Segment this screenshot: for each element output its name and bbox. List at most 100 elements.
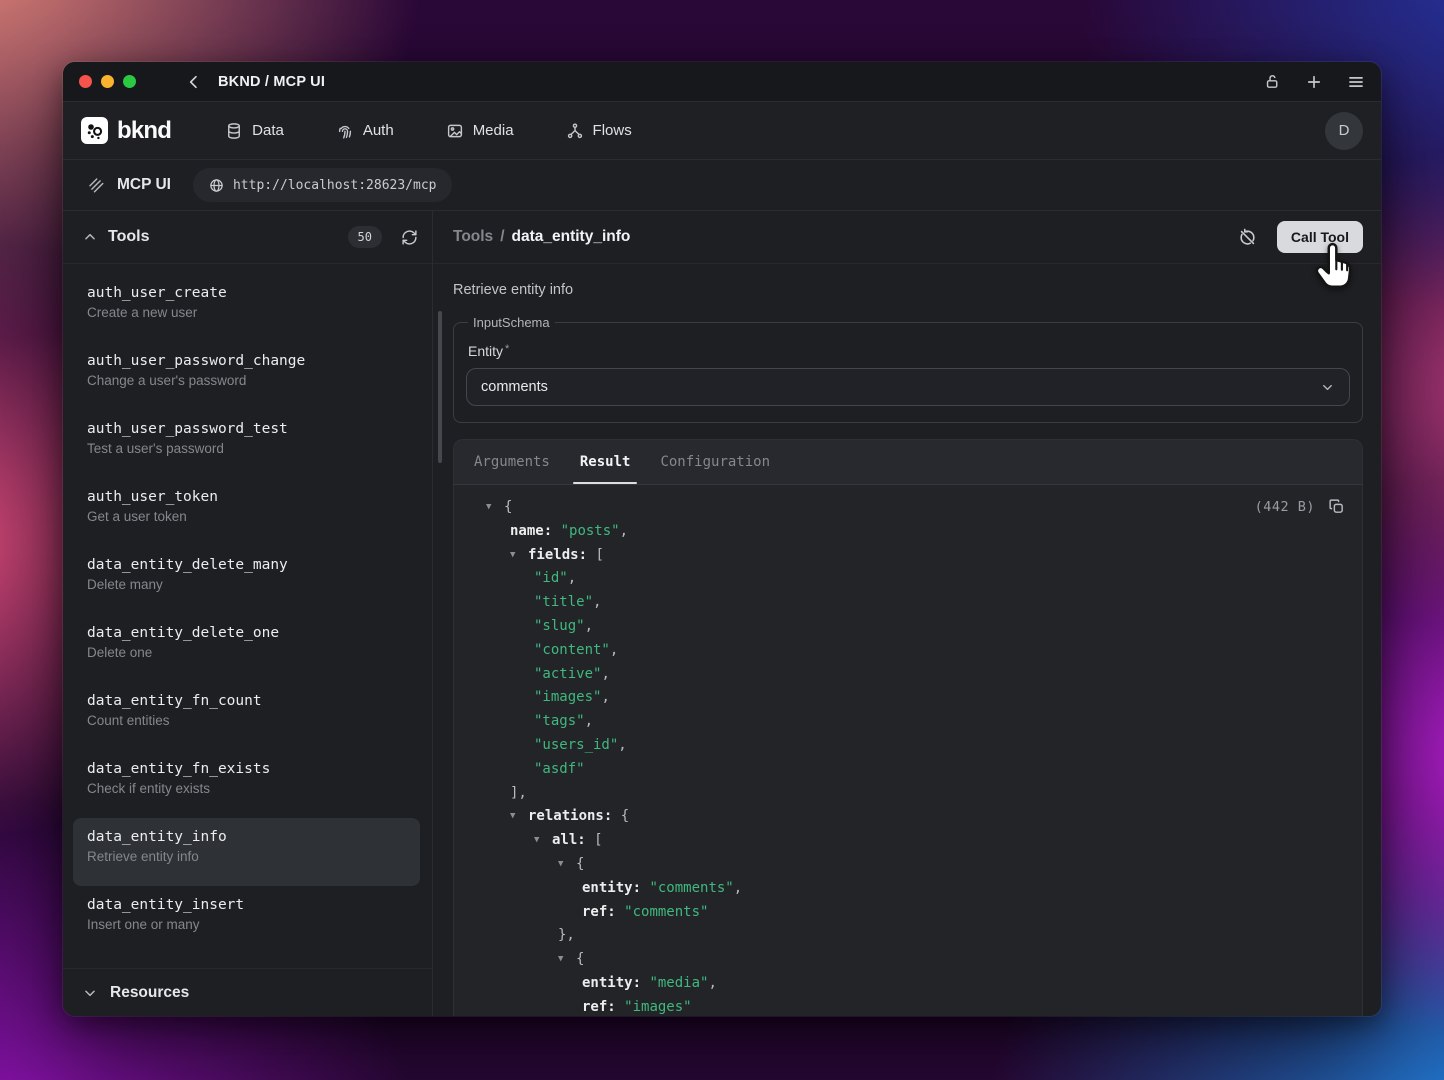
json-punctuation: { — [504, 499, 512, 515]
tool-name: auth_user_password_change — [87, 353, 406, 369]
json-string-value: "posts" — [561, 523, 620, 539]
new-tab-icon[interactable] — [1305, 73, 1323, 91]
tool-description: Check if entity exists — [87, 781, 406, 796]
mcp-endpoint-pill[interactable]: http://localhost:28623/mcp — [193, 168, 453, 202]
json-line: ▼{ — [470, 948, 1346, 972]
sidebar-tool-data_entity_fn_exists[interactable]: data_entity_fn_existsCheck if entity exi… — [73, 750, 420, 818]
nav-item-data[interactable]: Data — [225, 122, 284, 140]
json-line: ▼ fields: [ — [470, 544, 1346, 568]
chevron-down-icon — [1320, 380, 1335, 395]
json-string-value: "asdf" — [534, 761, 585, 777]
json-line: ▼all: [ — [470, 829, 1346, 853]
tools-count-badge: 50 — [348, 226, 382, 248]
breadcrumb-separator: / — [500, 228, 504, 246]
tab-result[interactable]: Result — [578, 440, 633, 484]
json-line: "images", — [470, 686, 1346, 710]
sidebar-tool-auth_user_password_test[interactable]: auth_user_password_testTest a user's pas… — [73, 410, 420, 478]
required-mark: * — [505, 343, 509, 355]
tool-description: Retrieve entity info — [87, 849, 406, 864]
chevron-up-icon[interactable] — [83, 230, 97, 244]
json-string-value: "title" — [534, 594, 593, 610]
refresh-icon[interactable] — [401, 229, 418, 246]
minimize-window-button[interactable] — [101, 75, 114, 88]
json-line: ▼{ — [470, 496, 1346, 520]
json-punctuation: [ — [595, 547, 603, 563]
image-icon — [446, 122, 464, 140]
sidebar-tool-data_entity_info[interactable]: data_entity_infoRetrieve entity info — [73, 818, 420, 886]
json-result-viewer: (442 B) ▼{name: "posts",▼fields: ["id","… — [454, 485, 1362, 1016]
tool-name: auth_user_password_test — [87, 421, 406, 437]
nav-item-label: Flows — [593, 122, 632, 139]
lock-icon[interactable] — [1264, 73, 1281, 90]
input-schema-legend: InputSchema — [468, 315, 555, 330]
json-punctuation: , — [734, 880, 742, 896]
bknd-logo[interactable]: bknd — [81, 117, 171, 145]
json-punctuation: ], — [510, 785, 527, 801]
breadcrumb-section[interactable]: Tools — [453, 228, 493, 246]
json-line: ref: "images" — [470, 996, 1346, 1016]
tab-arguments[interactable]: Arguments — [472, 440, 552, 484]
auto-refresh-off-icon[interactable] — [1238, 228, 1257, 247]
tab-configuration[interactable]: Configuration — [658, 440, 772, 484]
sidebar-tool-data_entity_insert[interactable]: data_entity_insertInsert one or many — [73, 886, 420, 954]
tools-sidebar: Tools 50 auth_user_createCreate a new us… — [63, 211, 433, 1016]
json-punctuation: , — [568, 570, 576, 586]
result-tabs: Arguments Result Configuration — [454, 440, 1362, 485]
nav-item-label: Media — [473, 122, 514, 139]
json-punctuation: }, — [558, 927, 575, 943]
nav-item-media[interactable]: Media — [446, 122, 514, 140]
endpoint-url: http://localhost:28623/mcp — [233, 178, 437, 193]
chevron-down-icon[interactable] — [83, 986, 97, 1000]
copy-icon[interactable] — [1328, 498, 1345, 515]
sidebar-tool-auth_user_password_change[interactable]: auth_user_password_change Change a user's… — [73, 342, 420, 410]
entity-select[interactable]: comments — [466, 368, 1350, 406]
json-line: "users_id", — [470, 734, 1346, 758]
database-icon — [225, 122, 243, 140]
expand-arrow-icon[interactable]: ▼ — [486, 496, 497, 520]
json-punctuation: , — [610, 642, 618, 658]
json-string-value: "active" — [534, 666, 601, 682]
expand-arrow-icon[interactable]: ▼ — [558, 948, 569, 972]
json-punctuation: , — [601, 689, 609, 705]
expand-arrow-icon[interactable]: ▼ — [558, 853, 569, 877]
user-avatar[interactable]: D — [1325, 112, 1363, 150]
close-window-button[interactable] — [79, 75, 92, 88]
menu-icon[interactable] — [1347, 73, 1365, 91]
sidebar-tool-auth_user_token[interactable]: auth_user_tokenGet a user token — [73, 478, 420, 546]
json-punctuation: , — [593, 594, 601, 610]
tools-section-header[interactable]: Tools 50 — [63, 211, 432, 264]
nav-item-flows[interactable]: Flows — [566, 122, 632, 140]
sidebar-tool-data_entity_delete_one[interactable]: data_entity_delete_oneDelete one — [73, 614, 420, 682]
tool-list: auth_user_createCreate a new userauth_us… — [63, 264, 432, 968]
sidebar-tool-auth_user_create[interactable]: auth_user_createCreate a new user — [73, 274, 420, 342]
window-title: BKND / MCP UI — [218, 74, 325, 90]
tool-description: Change a user's password — [87, 373, 406, 388]
expand-arrow-icon[interactable]: ▼ — [510, 544, 521, 568]
breadcrumb-current: data_entity_info — [512, 228, 631, 246]
json-punctuation: { — [621, 808, 629, 824]
json-key: all: — [552, 832, 586, 848]
resources-section-header[interactable]: Resources — [63, 968, 432, 1016]
nav-item-auth[interactable]: Auth — [336, 122, 394, 140]
json-string-value: "comments" — [649, 880, 733, 896]
result-card: Arguments Result Configuration (442 B) ▼… — [453, 439, 1363, 1016]
tool-name: data_entity_delete_many — [87, 557, 406, 573]
entity-field-label: Entity* — [468, 343, 1350, 359]
json-line: "content", — [470, 639, 1346, 663]
back-icon[interactable] — [186, 74, 202, 90]
tool-name: data_entity_insert — [87, 897, 406, 913]
json-punctuation: , — [618, 737, 626, 753]
pointer-hand-cursor — [1312, 242, 1358, 292]
json-line: entity: "media", — [470, 972, 1346, 996]
json-key: fields: — [528, 547, 587, 563]
sidebar-tool-data_entity_delete_many[interactable]: data_entity_delete_manyDelete many — [73, 546, 420, 614]
zoom-window-button[interactable] — [123, 75, 136, 88]
json-key: ref: — [582, 904, 616, 920]
workflow-icon — [566, 122, 584, 140]
expand-arrow-icon[interactable]: ▼ — [534, 829, 545, 853]
sidebar-tool-data_entity_fn_count[interactable]: data_entity_fn_countCount entities — [73, 682, 420, 750]
expand-arrow-icon[interactable]: ▼ — [510, 805, 521, 829]
sidebar-scrollbar-thumb[interactable] — [438, 311, 442, 463]
json-line: ref: "comments" — [470, 901, 1346, 925]
tool-description: Delete one — [87, 645, 406, 660]
